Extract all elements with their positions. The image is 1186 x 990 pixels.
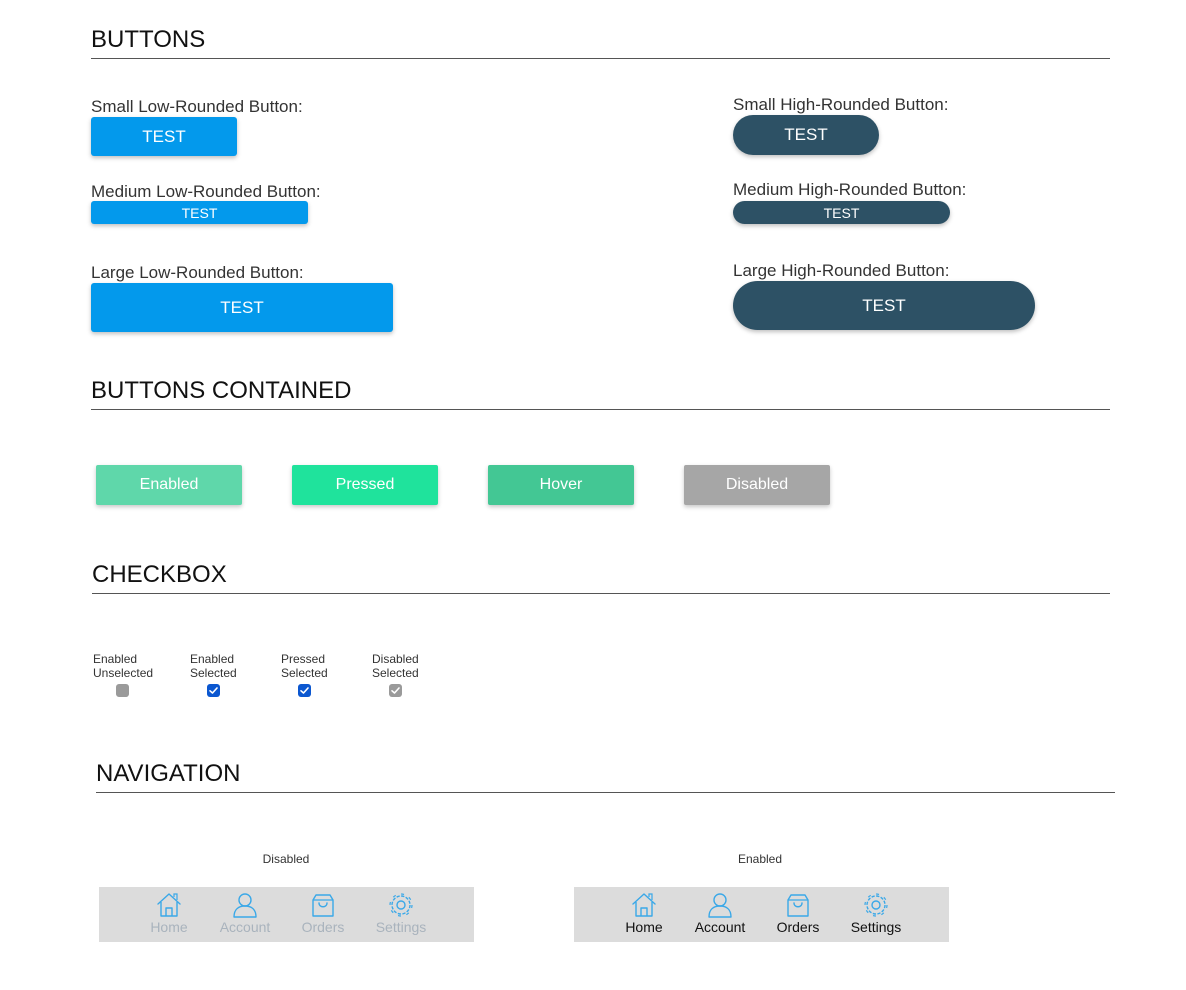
small-low-rounded-button[interactable]: TEST: [91, 117, 237, 156]
medium-high-rounded-button[interactable]: TEST: [733, 201, 950, 224]
nav-caption-enabled: Enabled: [737, 852, 783, 866]
nav-label-account: Account: [219, 919, 271, 935]
gear-icon: [864, 893, 888, 917]
nav-item-orders[interactable]: Orders: [763, 887, 833, 942]
check-icon: [300, 687, 309, 694]
home-icon: [632, 893, 656, 917]
checkbox-enabled-unselected[interactable]: [116, 684, 129, 697]
section-divider: [92, 593, 1110, 594]
bottom-nav-disabled: Home Account Orders Settings: [99, 887, 474, 942]
section-title-buttons: BUTTONS: [91, 26, 206, 53]
nav-label-account: Account: [694, 919, 746, 935]
nav-label-home: Home: [150, 919, 188, 935]
section-title-navigation: NAVIGATION: [96, 760, 241, 787]
nav-item-account: Account: [210, 887, 280, 942]
section-title-buttons-contained: BUTTONS CONTAINED: [91, 377, 352, 404]
nav-item-home[interactable]: Home: [609, 887, 679, 942]
nav-label-settings: Settings: [850, 919, 902, 935]
nav-label-settings: Settings: [375, 919, 427, 935]
nav-label-home: Home: [625, 919, 663, 935]
medium-high-rounded-label: Medium High-Rounded Button:: [733, 180, 967, 199]
nav-item-home: Home: [134, 887, 204, 942]
checkbox-label-enabled-unselected: Enabled Unselected: [93, 652, 154, 680]
home-icon: [157, 893, 181, 917]
disabled-button: Disabled: [684, 465, 830, 505]
large-high-rounded-label: Large High-Rounded Button:: [733, 261, 950, 280]
hover-button[interactable]: Hover: [488, 465, 634, 505]
gear-icon: [389, 893, 413, 917]
large-low-rounded-button[interactable]: TEST: [91, 283, 393, 332]
nav-caption-disabled: Disabled: [262, 852, 310, 866]
medium-low-rounded-button[interactable]: TEST: [91, 201, 308, 224]
small-high-rounded-label: Small High-Rounded Button:: [733, 95, 949, 114]
checkbox-enabled-selected[interactable]: [207, 684, 220, 697]
checkbox-disabled-selected: [389, 684, 402, 697]
nav-item-settings[interactable]: Settings: [841, 887, 911, 942]
large-high-rounded-button[interactable]: TEST: [733, 281, 1035, 330]
nav-label-orders: Orders: [776, 919, 820, 935]
section-divider: [91, 58, 1110, 59]
account-icon: [708, 893, 732, 918]
nav-item-account[interactable]: Account: [685, 887, 755, 942]
pressed-button[interactable]: Pressed: [292, 465, 438, 505]
account-icon: [233, 893, 257, 918]
shopping-bag-icon: [312, 894, 334, 917]
small-low-rounded-label: Small Low-Rounded Button:: [91, 97, 303, 116]
small-high-rounded-button[interactable]: TEST: [733, 115, 879, 155]
medium-low-rounded-label: Medium Low-Rounded Button:: [91, 182, 321, 201]
nav-item-orders: Orders: [288, 887, 358, 942]
large-low-rounded-label: Large Low-Rounded Button:: [91, 263, 304, 282]
enabled-button[interactable]: Enabled: [96, 465, 242, 505]
checkbox-label-pressed-selected: Pressed Selected: [281, 652, 328, 680]
section-divider: [91, 409, 1110, 410]
check-icon: [209, 687, 218, 694]
nav-item-settings: Settings: [366, 887, 436, 942]
section-title-checkbox: CHECKBOX: [92, 561, 227, 588]
bottom-nav-enabled: Home Account Orders Settings: [574, 887, 949, 942]
check-icon: [391, 687, 400, 694]
nav-label-orders: Orders: [301, 919, 345, 935]
checkbox-label-disabled-selected: Disabled Selected: [372, 652, 419, 680]
section-divider: [96, 792, 1115, 793]
checkbox-pressed-selected[interactable]: [298, 684, 311, 697]
checkbox-label-enabled-selected: Enabled Selected: [190, 652, 237, 680]
shopping-bag-icon: [787, 894, 809, 917]
